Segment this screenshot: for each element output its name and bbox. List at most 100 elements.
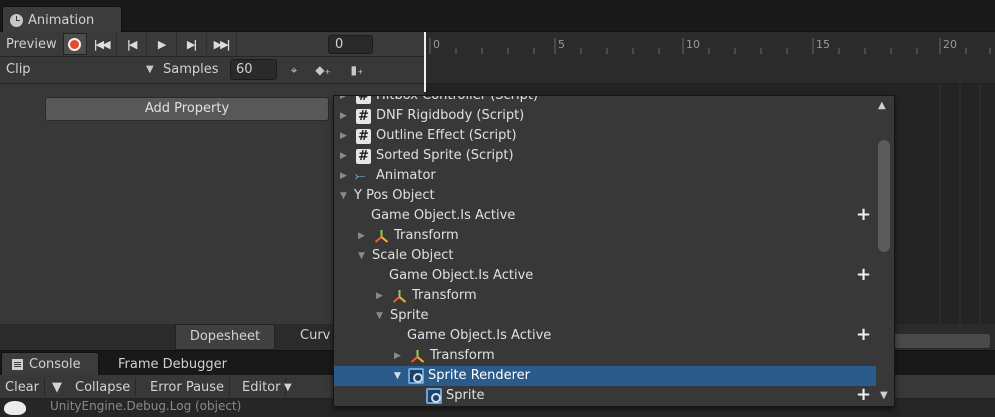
collapse-arrow-icon[interactable]: ▼ — [340, 186, 347, 206]
last-keyframe-button[interactable]: ▶▶| — [207, 33, 237, 55]
playhead[interactable] — [424, 32, 426, 92]
ruler-label: 5 — [558, 38, 565, 51]
expand-arrow-icon[interactable]: ▶ — [340, 126, 347, 146]
clear-button[interactable]: Clear — [0, 378, 45, 397]
property-label: Game Object.Is Active — [389, 268, 534, 283]
expand-arrow-icon[interactable]: ▶ — [358, 226, 365, 246]
property-label: Game Object.Is Active — [371, 208, 516, 223]
animator-icon: ⤚ — [355, 169, 366, 184]
ruler-label: 10 — [686, 38, 700, 51]
tab-console[interactable]: Console — [1, 352, 99, 376]
expand-arrow-icon[interactable]: ▶ — [340, 106, 347, 126]
editor-dropdown[interactable]: Editor — [237, 378, 287, 397]
property-row[interactable]: ▶ # Hitbox Controller (Script) — [334, 95, 877, 106]
previous-keyframe-button[interactable]: |◀ — [117, 33, 147, 55]
horizontal-scrollbar[interactable] — [880, 334, 990, 348]
console-tab-label: Console — [29, 357, 81, 372]
transform-icon — [374, 230, 389, 243]
property-row-selected[interactable]: ▼ Sprite Renderer — [334, 366, 877, 386]
samples-input[interactable]: 60 — [230, 59, 277, 80]
scroll-down-arrow-icon[interactable]: ▼ — [880, 390, 888, 401]
editor-dropdown-arrow-icon[interactable]: ▼ — [282, 378, 294, 397]
animation-tab-bar — [0, 0, 995, 32]
add-property-plus-icon[interactable]: + — [856, 266, 871, 284]
ruler-label: 20 — [943, 38, 957, 51]
tab-frame-debugger[interactable]: Frame Debugger — [110, 354, 235, 376]
add-property-plus-icon[interactable]: + — [856, 386, 871, 404]
property-row[interactable]: Game Object.Is Active + — [334, 326, 877, 346]
sprite-renderer-icon — [426, 388, 442, 404]
collapse-button[interactable]: Collapse — [70, 378, 137, 397]
keyframe-target-icon[interactable]: ⌖ — [281, 59, 307, 81]
property-row[interactable]: ▼ Sprite — [334, 306, 877, 326]
property-row[interactable]: ▼ Y Pos Object — [334, 186, 877, 206]
property-label: Sprite — [390, 308, 429, 323]
property-label: Animator — [376, 168, 436, 183]
add-keyframe-icon[interactable]: ◆₊ — [310, 59, 336, 81]
property-row[interactable]: ▶ # Outline Effect (Script) — [334, 126, 877, 146]
log-message-icon — [4, 401, 26, 415]
console-icon — [12, 359, 23, 370]
collapse-arrow-icon[interactable]: ▼ — [358, 246, 365, 266]
script-icon: # — [356, 129, 371, 144]
transform-icon — [392, 290, 407, 303]
property-row[interactable]: Game Object.Is Active + — [334, 266, 877, 286]
ruler-label: 15 — [816, 38, 830, 51]
ruler-ticks — [429, 38, 991, 54]
clock-icon — [10, 13, 23, 27]
transform-icon — [410, 350, 425, 363]
error-pause-button[interactable]: Error Pause — [145, 378, 231, 397]
timeline-ruler[interactable]: 0 5 10 15 20 — [425, 32, 995, 84]
property-row[interactable]: ▶ # DNF Rigidbody (Script) — [334, 106, 877, 126]
tab-dopesheet[interactable]: Dopesheet — [175, 324, 275, 350]
property-row[interactable]: Sprite + — [334, 386, 877, 406]
expand-arrow-icon[interactable]: ▶ — [394, 346, 401, 366]
add-event-icon[interactable]: ▮₊ — [344, 59, 370, 81]
record-icon — [68, 37, 82, 51]
ruler-label: 0 — [433, 38, 440, 51]
add-property-popup: ▶ # Hitbox Controller (Script) ▶ # DNF R… — [333, 95, 895, 407]
property-row[interactable]: ▶ ⤚ Animator — [334, 166, 877, 186]
clip-selector[interactable]: Clip — [6, 62, 31, 77]
expand-arrow-icon[interactable]: ▶ — [340, 146, 347, 166]
property-row[interactable]: ▶ Transform — [334, 286, 877, 306]
clear-options-arrow-icon[interactable]: ▼ — [50, 378, 64, 397]
script-icon: # — [356, 96, 371, 104]
property-row[interactable]: ▼ Scale Object — [334, 246, 877, 266]
expand-arrow-icon[interactable]: ▶ — [340, 166, 347, 186]
play-button[interactable]: ▶ — [147, 33, 177, 55]
property-label: Transform — [430, 348, 495, 363]
frame-input[interactable]: 0 — [328, 35, 373, 54]
scrollbar-thumb[interactable] — [878, 140, 890, 252]
collapse-arrow-icon[interactable]: ▼ — [376, 306, 383, 326]
property-label: Sprite — [446, 388, 485, 403]
expand-arrow-icon[interactable]: ▶ — [376, 286, 383, 306]
script-icon: # — [356, 109, 371, 124]
add-property-button[interactable]: Add Property — [45, 97, 329, 121]
property-label: Sorted Sprite (Script) — [376, 148, 514, 163]
collapse-arrow-icon[interactable]: ▼ — [394, 366, 401, 386]
next-keyframe-button[interactable]: ▶| — [177, 33, 207, 55]
property-row[interactable]: ▶ Transform — [334, 226, 877, 246]
tab-animation[interactable]: Animation — [2, 6, 122, 33]
log-entry[interactable]: UnityEngine.Debug.Log (object) — [50, 399, 241, 413]
property-row[interactable]: ▶ Transform — [334, 346, 877, 366]
property-label: Transform — [394, 228, 459, 243]
sprite-renderer-icon — [408, 368, 424, 384]
property-label: DNF Rigidbody (Script) — [376, 108, 525, 123]
scroll-up-arrow-icon[interactable]: ▲ — [878, 100, 886, 111]
record-button[interactable] — [62, 33, 87, 55]
expand-arrow-icon[interactable]: ▶ — [340, 96, 347, 106]
add-property-plus-icon[interactable]: + — [856, 206, 871, 224]
dropdown-arrow-icon[interactable]: ▼ — [146, 64, 154, 75]
property-label: Sprite Renderer — [428, 368, 531, 383]
property-row[interactable]: ▶ # Sorted Sprite (Script) — [334, 146, 877, 166]
add-property-plus-icon[interactable]: + — [856, 326, 871, 344]
property-label: Outline Effect (Script) — [376, 128, 517, 143]
preview-label[interactable]: Preview — [0, 37, 63, 52]
property-label: Game Object.Is Active — [407, 328, 552, 343]
property-label: Hitbox Controller (Script) — [376, 95, 539, 103]
property-row[interactable]: Game Object.Is Active + — [334, 206, 877, 226]
clip-toolbar: Clip ▼ Samples ⌖ ◆₊ ▮₊ — [0, 57, 425, 84]
first-keyframe-button[interactable]: |◀◀ — [87, 33, 117, 55]
